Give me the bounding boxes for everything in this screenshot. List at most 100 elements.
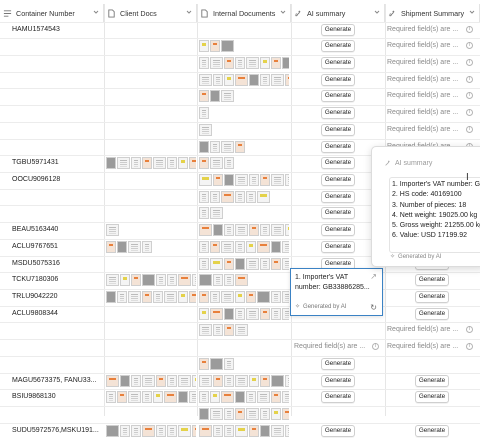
document-thumbnail[interactable] [282,291,289,304]
document-thumbnail[interactable] [235,173,248,186]
document-thumbnail[interactable] [271,307,281,320]
generate-button[interactable]: Generate [321,424,355,437]
chevron-down-icon[interactable] [280,9,286,15]
document-thumbnail[interactable] [221,240,234,253]
document-thumbnail[interactable] [142,391,152,404]
document-thumbnail[interactable] [213,424,223,437]
document-thumbnail[interactable] [106,274,119,287]
document-thumbnail[interactable] [235,224,248,237]
generate-button[interactable]: Generate [415,274,449,287]
ai-summary-cell-expanded[interactable]: 1. Importer's VAT number: GB33886285... … [290,268,383,316]
document-thumbnail[interactable] [224,157,234,170]
document-thumbnail[interactable] [257,240,270,253]
document-thumbnail[interactable] [199,140,209,153]
document-thumbnail[interactable] [142,157,152,170]
document-thumbnail[interactable] [189,157,196,170]
document-thumbnail[interactable] [199,424,212,437]
document-thumbnail[interactable] [271,391,281,404]
generate-button[interactable]: Generate [321,240,355,253]
document-thumbnail[interactable] [285,224,289,237]
document-thumbnail[interactable] [221,140,234,153]
document-thumbnail[interactable] [235,307,245,320]
document-thumbnail[interactable] [213,73,223,86]
document-thumbnail[interactable] [178,291,188,304]
document-thumbnail[interactable] [235,257,245,270]
document-thumbnail[interactable] [285,173,289,186]
container-number-cell[interactable]: BEAU5163440 [12,226,100,233]
document-thumbnail[interactable] [271,173,284,186]
container-number-cell[interactable]: TCKU7180306 [12,276,100,283]
container-number-cell[interactable]: MSDU5075316 [12,260,100,267]
container-number-cell[interactable]: MAGU5673375, FANU33... [12,377,100,384]
document-thumbnails[interactable] [106,391,196,404]
document-thumbnail[interactable] [285,73,289,86]
table-row[interactable]: HAMU1574543 Generate Required field(s) are… [0,21,480,39]
document-thumbnail[interactable] [246,56,259,69]
column-header-container-number[interactable]: Container Number [0,4,104,22]
document-thumbnail[interactable] [282,257,289,270]
table-row[interactable]: Generate Required field(s) are ... i [0,71,480,89]
document-thumbnail[interactable] [246,408,259,421]
table-row[interactable] [0,406,480,423]
document-thumbnail[interactable] [199,123,212,136]
document-thumbnail[interactable] [210,140,220,153]
document-thumbnail[interactable] [117,291,127,304]
document-thumbnail[interactable] [260,56,270,69]
table-row[interactable]: MAGU5673375, FANU33... Generate Generate [0,372,480,390]
table-row[interactable]: ACLU9808344 Generate [0,305,480,323]
document-thumbnail[interactable] [235,374,248,387]
document-thumbnail[interactable] [142,291,152,304]
document-thumbnail[interactable] [199,240,209,253]
ai-summary-content[interactable]: 1. Importer's VAT number: GB 2. HS code: … [389,177,480,253]
document-thumbnail[interactable] [235,291,245,304]
document-thumbnail[interactable] [199,408,209,421]
document-thumbnail[interactable] [235,73,248,86]
ai-summary-cell-text[interactable]: 1. Importer's VAT number: GB33886285... [295,273,371,293]
container-number-cell[interactable]: ACLU9808344 [12,310,100,317]
document-thumbnail[interactable] [260,173,270,186]
document-thumbnail[interactable] [117,157,130,170]
table-row[interactable]: Generate Required field(s) are ... i [0,105,480,122]
document-thumbnail[interactable] [199,207,209,220]
document-thumbnail[interactable] [260,257,270,270]
document-thumbnails[interactable] [199,374,289,388]
document-thumbnail[interactable] [282,56,289,69]
document-thumbnail[interactable] [199,90,209,103]
table-row[interactable]: Required field(s) are ... i Required field… [0,339,480,356]
document-thumbnail[interactable] [235,274,248,287]
document-thumbnail[interactable] [224,357,234,370]
document-thumbnails[interactable] [199,173,289,187]
document-thumbnail[interactable] [128,391,141,404]
document-thumbnail[interactable] [142,240,152,253]
document-thumbnail[interactable] [260,424,270,437]
refresh-icon[interactable]: ↻ [370,303,377,312]
document-thumbnail[interactable] [249,374,259,387]
generate-button[interactable]: Generate [321,357,355,370]
document-thumbnail[interactable] [199,324,212,337]
chevron-down-icon[interactable] [93,9,99,15]
document-thumbnail[interactable] [282,391,289,404]
document-thumbnail[interactable] [224,56,234,69]
document-thumbnail[interactable] [224,73,234,86]
document-thumbnail[interactable] [178,391,188,404]
document-thumbnail[interactable] [260,224,270,237]
document-thumbnail[interactable] [142,274,155,287]
container-number-cell[interactable]: TRLU9042220 [12,293,100,300]
document-thumbnail[interactable] [213,324,223,337]
container-number-cell[interactable]: BSIU9868130 [12,393,100,400]
document-thumbnail[interactable] [235,140,245,153]
document-thumbnail[interactable] [199,224,212,237]
generate-button[interactable]: Generate [321,123,355,136]
document-thumbnail[interactable] [192,424,196,437]
document-thumbnail[interactable] [131,374,141,387]
document-thumbnail[interactable] [131,424,141,437]
column-header-shipment-summary[interactable]: A Shipment Summary [385,4,480,22]
document-thumbnail[interactable] [285,424,289,437]
document-thumbnail[interactable] [210,391,220,404]
document-thumbnail[interactable] [153,391,163,404]
document-thumbnail[interactable] [271,257,281,270]
table-row[interactable]: BSIU9868130 Generate Generate [0,389,480,406]
document-thumbnails[interactable] [199,274,289,287]
document-thumbnails[interactable] [106,224,196,237]
document-thumbnail[interactable] [210,257,223,270]
